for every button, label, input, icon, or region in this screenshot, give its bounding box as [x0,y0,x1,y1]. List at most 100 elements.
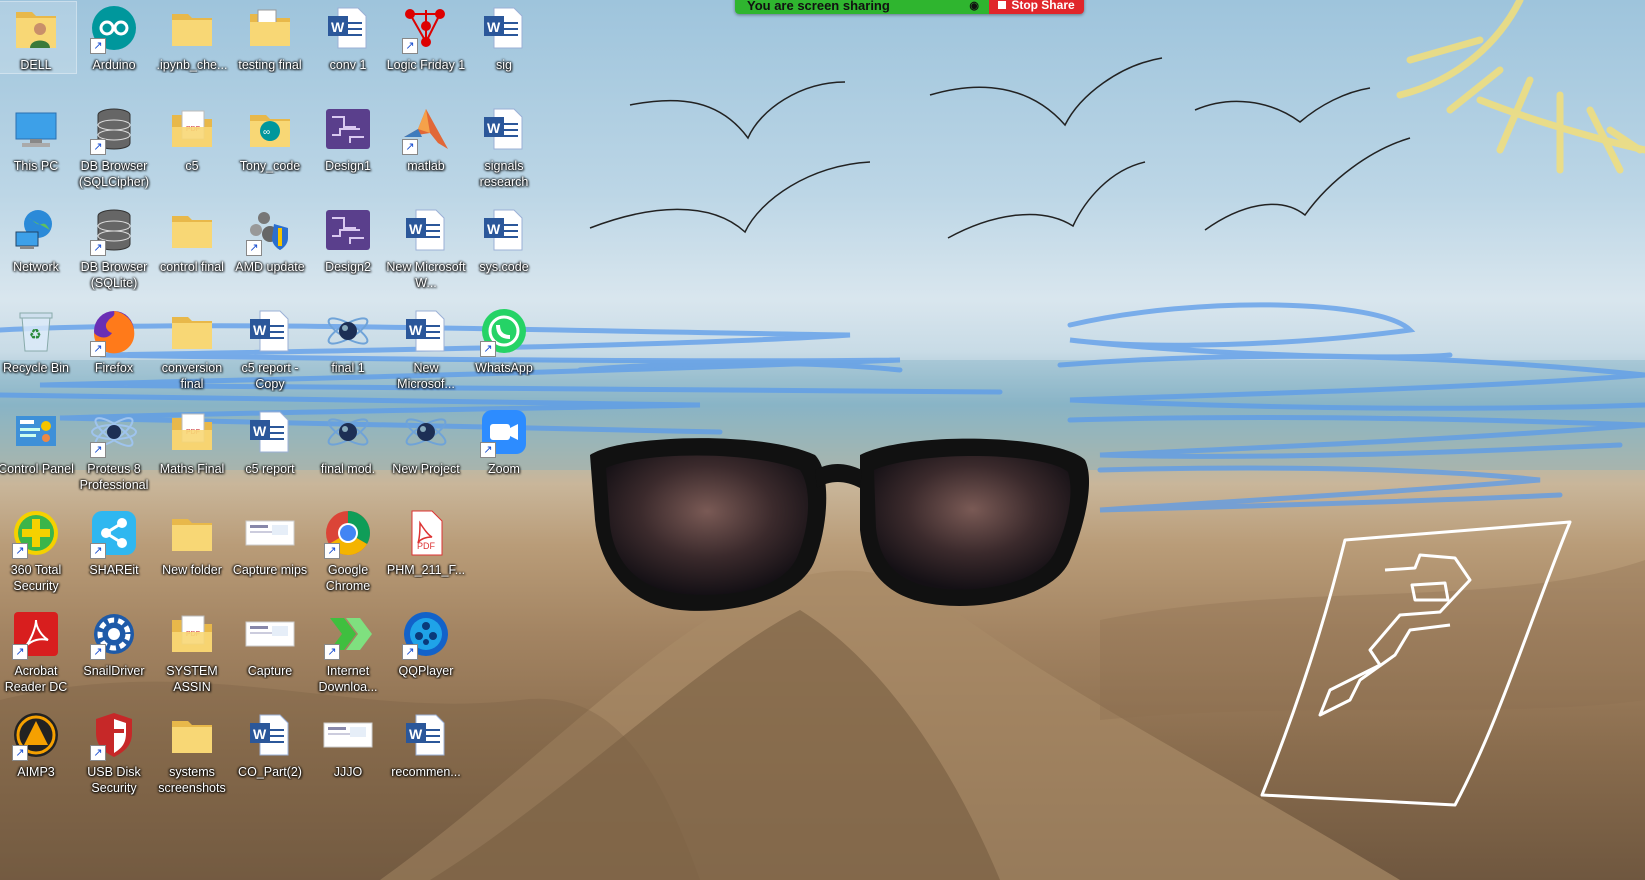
gear-icon: ↗ [88,608,140,660]
svg-text:W: W [409,726,423,742]
desktop-icon[interactable]: final mod. [308,406,388,477]
desktop-icon[interactable]: control final [152,204,232,275]
desktop-icon[interactable]: systems screenshots [152,709,232,796]
desktop-icon[interactable]: ↗ AIMP3 [0,709,76,780]
desktop-icon[interactable]: ↗ USB Disk Security [74,709,154,796]
desktop-icon[interactable]: ↗ SnailDriver [74,608,154,679]
shortcut-arrow-icon: ↗ [90,543,106,559]
desktop-icon-label: sys.code [479,260,529,274]
desktop-icon[interactable]: ∞ Tony_code [230,103,310,174]
stop-share-button[interactable]: Stop Share [989,0,1084,14]
desktop-icon-label: testing final [238,58,302,72]
matlab-icon: ↗ [400,103,452,155]
desktop-icon[interactable]: ↗ Internet Downloa... [308,608,388,695]
desktop-icon-label: Internet Downloa... [318,664,378,694]
desktop-icon[interactable]: W New Microsoft W... [386,204,466,291]
desktop-icon[interactable]: PDF c5 [152,103,232,174]
shortcut-arrow-icon: ↗ [12,543,28,559]
amd-update-icon: ↗ [244,204,296,256]
svg-text:PDF: PDF [417,541,436,551]
svg-text:W: W [253,423,267,439]
desktop-icon-label: PHM_211_F... [386,563,466,577]
shortcut-arrow-icon: ↗ [90,38,106,54]
desktop-icon[interactable]: ↗ AMD update [230,204,310,275]
svg-text:♻: ♻ [29,327,42,343]
desktop-icon[interactable]: ↗ DB Browser (SQLCipher) [74,103,154,190]
desktop-icon[interactable]: Wc5 report - Copy [230,305,310,392]
desktop-icon[interactable]: ↗ matlab [386,103,466,174]
image-thumbnail-icon [322,709,374,761]
desktop-icon[interactable]: ↗ SHAREit [74,507,154,578]
desktop-icon-label: Capture [247,664,293,678]
desktop-icon[interactable]: ↗ Logic Friday 1 [386,2,466,73]
circuit-design-icon [322,103,374,155]
desktop-icon[interactable]: testing final [230,2,310,73]
desktop-icon-label: Network [13,260,59,274]
shield-check-icon: ◉ [969,0,979,12]
screen-share-bar: You are screen sharing ◉ Stop Share [735,0,1084,14]
desktop-icon[interactable]: New folder [152,507,232,578]
folder-pdf-icon: PDF [166,608,218,660]
desktop-icon[interactable]: Design2 [308,204,388,275]
desktop-icon[interactable]: ↗ Zoom [464,406,544,477]
desktop-icon-label: c5 [185,159,199,173]
desktop-icon[interactable]: Wsig [464,2,544,73]
desktop-icon[interactable]: This PC [0,103,76,174]
desktop-icon[interactable]: JJJO [308,709,388,780]
desktop-icon[interactable]: ↗ WhatsApp [464,305,544,376]
desktop-icon[interactable]: ↗ Google Chrome [308,507,388,594]
shortcut-arrow-icon: ↗ [480,442,496,458]
shortcut-arrow-icon: ↗ [402,38,418,54]
desktop-icon[interactable]: Wc5 report [230,406,310,477]
desktop-icon[interactable]: .ipynb_che... [152,2,232,73]
desktop-icon-label: sig [496,58,512,72]
folder-pdf-icon: PDF [166,103,218,155]
word-document-icon: W [400,709,452,761]
desktop-icon[interactable]: conversion final [152,305,232,392]
desktop-icon[interactable]: Capture [230,608,310,679]
desktop-icon-label: New Microsof... [397,361,455,391]
network-globe-icon [10,204,62,256]
control-panel-icon [10,406,62,458]
desktop-icon[interactable]: ↗ Acrobat Reader DC [0,608,76,695]
desktop-icon[interactable]: Capture mips [230,507,310,578]
desktop-icon-label: SYSTEM ASSIN [166,664,218,694]
svg-text:W: W [331,19,345,35]
desktop-icon-label: Arduino [92,58,136,72]
desktop-icon[interactable]: ↗ Proteus 8 Professional [74,406,154,493]
desktop-icon[interactable]: ↗ DB Browser (SQLite) [74,204,154,291]
desktop[interactable]: DELL ↗ Arduino .ipynb_che... testing final Wc… [0,0,1645,880]
share-status-text: You are screen sharing [747,0,890,13]
arduino-icon: ↗ [88,2,140,54]
desktop-icon[interactable]: W New Microsof... [386,305,466,392]
desktop-icon[interactable]: ↗ Firefox [74,305,154,376]
desktop-icon[interactable]: Design1 [308,103,388,174]
desktop-icon-label: USB Disk Security [87,765,141,795]
desktop-icon[interactable]: Control Panel [0,406,76,477]
desktop-icon[interactable]: DELL [0,1,77,74]
desktop-icon-label: c5 report [245,462,295,476]
desktop-icon[interactable]: ↗ Arduino [74,2,154,73]
desktop-icon[interactable]: ↗ 360 Total Security [0,507,76,594]
database-icon: ↗ [88,204,140,256]
desktop-icon-label: .ipynb_che... [156,58,228,72]
proteus-file-icon [322,406,374,458]
desktop-icon[interactable]: PDF SYSTEM ASSIN [152,608,232,695]
desktop-icon-label: 360 Total Security [10,563,62,593]
desktop-icon[interactable]: New Project [386,406,466,477]
desktop-icon[interactable]: ♻ Recycle Bin [0,305,76,376]
logic-friday-icon: ↗ [400,2,452,54]
shield-icon: ↗ [88,709,140,761]
desktop-icon[interactable]: Network [0,204,76,275]
desktop-icon[interactable]: final 1 [308,305,388,376]
desktop-icon[interactable]: PDF Maths Final [152,406,232,477]
desktop-icon[interactable]: ↗ QQPlayer [386,608,466,679]
desktop-icon[interactable]: Wsignals research [464,103,544,190]
desktop-icon[interactable]: Wconv 1 [308,2,388,73]
desktop-icon[interactable]: PDF PHM_211_F... [386,507,466,578]
desktop-icon[interactable]: Wsys.code [464,204,544,275]
desktop-icon[interactable]: Wrecommen... [386,709,466,780]
shortcut-arrow-icon: ↗ [12,745,28,761]
desktop-icon[interactable]: W CO_Part(2) [230,709,310,780]
folder-pdf-icon: PDF [166,406,218,458]
